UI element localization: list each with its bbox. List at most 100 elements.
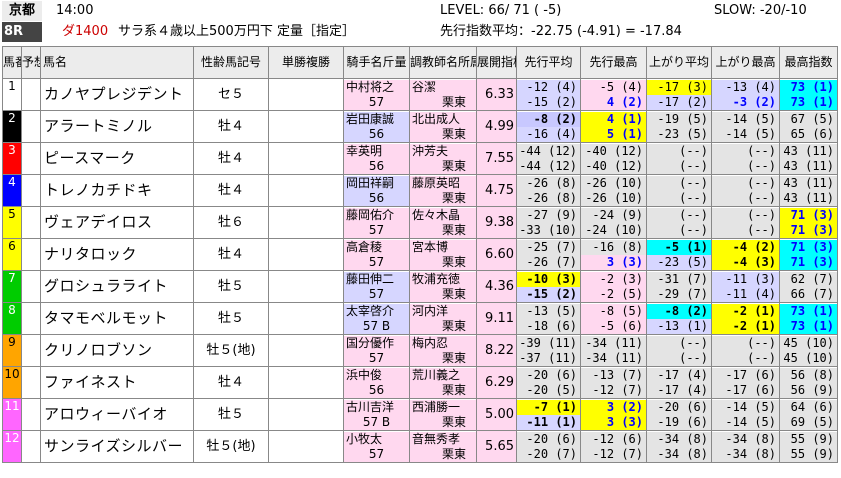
jockey-cell-line: 岩田康誠 <box>344 111 409 127</box>
sa-cell-line: -37 (11) <box>517 350 580 366</box>
sm-cell-line: -26 (10) <box>581 190 646 206</box>
umaban-number: 10 <box>4 367 20 382</box>
table-row[interactable]: 4 トレノカチドキ 牡４ 岡田祥嗣 56 藤原英昭 栗東 4.75 -26 (8) -26 (8)… <box>2 174 838 207</box>
col-jockey[interactable]: 騎手名斤量 <box>343 46 410 79</box>
col-best[interactable]: 最高指数 <box>779 46 838 79</box>
col-odds[interactable]: 単勝複勝 <box>268 46 344 79</box>
umaban-cell: 9 <box>2 334 22 367</box>
trainer-cell-line: 沖芳夫 <box>410 143 476 159</box>
best-cell-line: 55 (9) <box>780 431 837 447</box>
col-senko-max[interactable]: 先行最高 <box>580 46 647 79</box>
table-row[interactable]: 2 アラートミノル 牡４ 岩田康誠 56 北出成人 栗東 4.99 -8 (2) -16 (4) 4… <box>2 110 838 143</box>
sa-cell-line: -16 (4) <box>517 126 580 142</box>
col-tenkai[interactable]: 展開指標 <box>476 46 517 79</box>
col-umaban[interactable]: 馬番 <box>2 46 22 79</box>
table-row[interactable]: 5 ヴェアデイロス 牡６ 藤岡佑介 57 佐々木晶 栗東 9.38 -27 (9) -33 (10… <box>2 206 838 239</box>
am-cell: -14 (5) -14 (5) <box>711 398 780 431</box>
horse-name[interactable]: アロウィーバイオ <box>40 398 194 431</box>
am-cell: -14 (5) -14 (5) <box>711 110 780 143</box>
horse-name[interactable]: ナリタロック <box>40 238 194 271</box>
yoso-cell <box>21 142 41 175</box>
table-row[interactable]: 3 ピースマーク 牡４ 幸英明 56 沖芳夫 栗東 7.55 -44 (12) -44 (12) -… <box>2 142 838 175</box>
col-trainer[interactable]: 調教師名所属 <box>409 46 477 79</box>
best-cell: 64 (6) 69 (5) <box>779 398 838 431</box>
race-time: 14:00 <box>56 3 94 18</box>
race-title: サラ系４歳以上500万円下 定量［指定］ <box>118 24 355 39</box>
sm-cell-line: 3 (2) <box>581 399 646 415</box>
odds-cell <box>268 366 344 399</box>
sa-cell-line: -20 (5) <box>517 382 580 398</box>
umaban-number: 7 <box>8 271 16 286</box>
table-row[interactable]: 9 クリノロブソン 牡５(地) 国分優作 57 梅内忍 栗東 8.22 -39 (11) -37 … <box>2 334 838 367</box>
odds-cell <box>268 270 344 303</box>
jockey-cell-line: 古川吉洋 <box>344 399 409 415</box>
table-row[interactable]: 7 グロシュラライト 牡５ 藤田伸二 57 牧浦充徳 栗東 4.36 -10 (3) -15 (2… <box>2 270 838 303</box>
best-cell-line: 64 (6) <box>780 399 837 415</box>
col-yoso[interactable]: 予想 <box>21 46 41 79</box>
trainer-cell: 西浦勝一 栗東 <box>409 398 477 431</box>
best-cell-line: 56 (9) <box>780 382 837 398</box>
aa-cell-line: (--) <box>647 207 711 223</box>
jockey-cell-line: 太宰啓介 <box>344 303 409 319</box>
table-row[interactable]: 11 アロウィーバイオ 牡５ 古川吉洋 57 B 西浦勝一 栗東 5.00 -7 (1) -11 … <box>2 398 838 431</box>
table-row[interactable]: 6 ナリタロック 牡４ 高倉稜 57 宮本博 栗東 6.60 -25 (7) -26 (7) -16… <box>2 238 838 271</box>
horse-name[interactable]: クリノロブソン <box>40 334 194 367</box>
col-agari-avg[interactable]: 上がり平均 <box>646 46 712 79</box>
am-cell-line: -2 (1) <box>712 303 779 319</box>
tenkai-cell: 6.29 <box>476 366 517 399</box>
trainer-cell-line: 荒川義之 <box>410 367 476 383</box>
aa-cell-line: -17 (3) <box>647 79 711 95</box>
odds-cell <box>268 206 344 239</box>
yoso-cell <box>21 206 41 239</box>
jockey-cell-line: 幸英明 <box>344 143 409 159</box>
sm-cell: -24 (9) -24 (10) <box>580 206 647 239</box>
sa-cell: -39 (11) -37 (11) <box>516 334 581 367</box>
umaban-cell: 6 <box>2 238 22 271</box>
horse-name[interactable]: アラートミノル <box>40 110 194 143</box>
sex-age-cell: 牡５(地) <box>193 334 269 367</box>
col-name[interactable]: 馬名 <box>40 46 194 79</box>
horse-name[interactable]: グロシュラライト <box>40 270 194 303</box>
am-cell-line: -14 (5) <box>712 399 779 415</box>
sa-cell-line: -26 (7) <box>517 254 580 270</box>
best-cell: 55 (9) 55 (9) <box>779 430 838 463</box>
horse-name[interactable]: ファイネスト <box>40 366 194 399</box>
jockey-cell: 太宰啓介 57 B <box>343 302 410 335</box>
col-sex[interactable]: 性齢馬記号 <box>193 46 269 79</box>
odds-cell <box>268 174 344 207</box>
sm-cell-line: -13 (7) <box>581 367 646 383</box>
best-cell-line: 56 (8) <box>780 367 837 383</box>
table-row[interactable]: 8 タマモベルモット 牡５ 太宰啓介 57 B 河内洋 栗東 9.11 -13 (5) -18 (… <box>2 302 838 335</box>
horse-name[interactable]: ピースマーク <box>40 142 194 175</box>
trainer-cell: 谷潔 栗東 <box>409 78 477 111</box>
sa-cell: -10 (3) -15 (2) <box>516 270 581 303</box>
tenkai-cell: 5.00 <box>476 398 517 431</box>
col-senko-avg[interactable]: 先行平均 <box>516 46 581 79</box>
umaban-cell: 4 <box>2 174 22 207</box>
sm-cell: -2 (3) -2 (5) <box>580 270 647 303</box>
aa-cell-line: (--) <box>647 158 711 174</box>
horse-name[interactable]: ヴェアデイロス <box>40 206 194 239</box>
sm-cell: -26 (10) -26 (10) <box>580 174 647 207</box>
aa-cell-line: -8 (2) <box>647 303 711 319</box>
sex-age-cell: セ５ <box>193 78 269 111</box>
horse-name[interactable]: サンライズシルバー <box>40 430 194 463</box>
sa-cell: -13 (5) -18 (6) <box>516 302 581 335</box>
best-cell-line: 67 (5) <box>780 111 837 127</box>
umaban-cell: 8 <box>2 302 22 335</box>
sa-cell: -12 (4) -15 (2) <box>516 78 581 111</box>
am-cell: (--) (--) <box>711 174 780 207</box>
aa-cell: (--) (--) <box>646 334 712 367</box>
trainer-cell-line: 河内洋 <box>410 303 476 319</box>
horse-name[interactable]: カノヤプレジデント <box>40 78 194 111</box>
table-row[interactable]: 12 サンライズシルバー 牡５(地) 小牧太 57 音無秀孝 栗東 5.65 -20 (6) -2… <box>2 430 838 463</box>
am-cell-line: -11 (4) <box>712 286 779 302</box>
odds-cell <box>268 110 344 143</box>
umaban-number: 4 <box>8 175 16 190</box>
table-row[interactable]: 10 ファイネスト 牡４ 浜中俊 56 荒川義之 栗東 6.29 -20 (6) -20 (5) -… <box>2 366 838 399</box>
horse-name[interactable]: トレノカチドキ <box>40 174 194 207</box>
table-row[interactable]: 1 カノヤプレジデント セ５ 中村将之 57 谷潔 栗東 6.33 -12 (4) -15 (2)… <box>2 78 838 111</box>
horse-name[interactable]: タマモベルモット <box>40 302 194 335</box>
col-agari-max[interactable]: 上がり最高 <box>711 46 780 79</box>
sa-cell-line: -20 (6) <box>517 431 580 447</box>
